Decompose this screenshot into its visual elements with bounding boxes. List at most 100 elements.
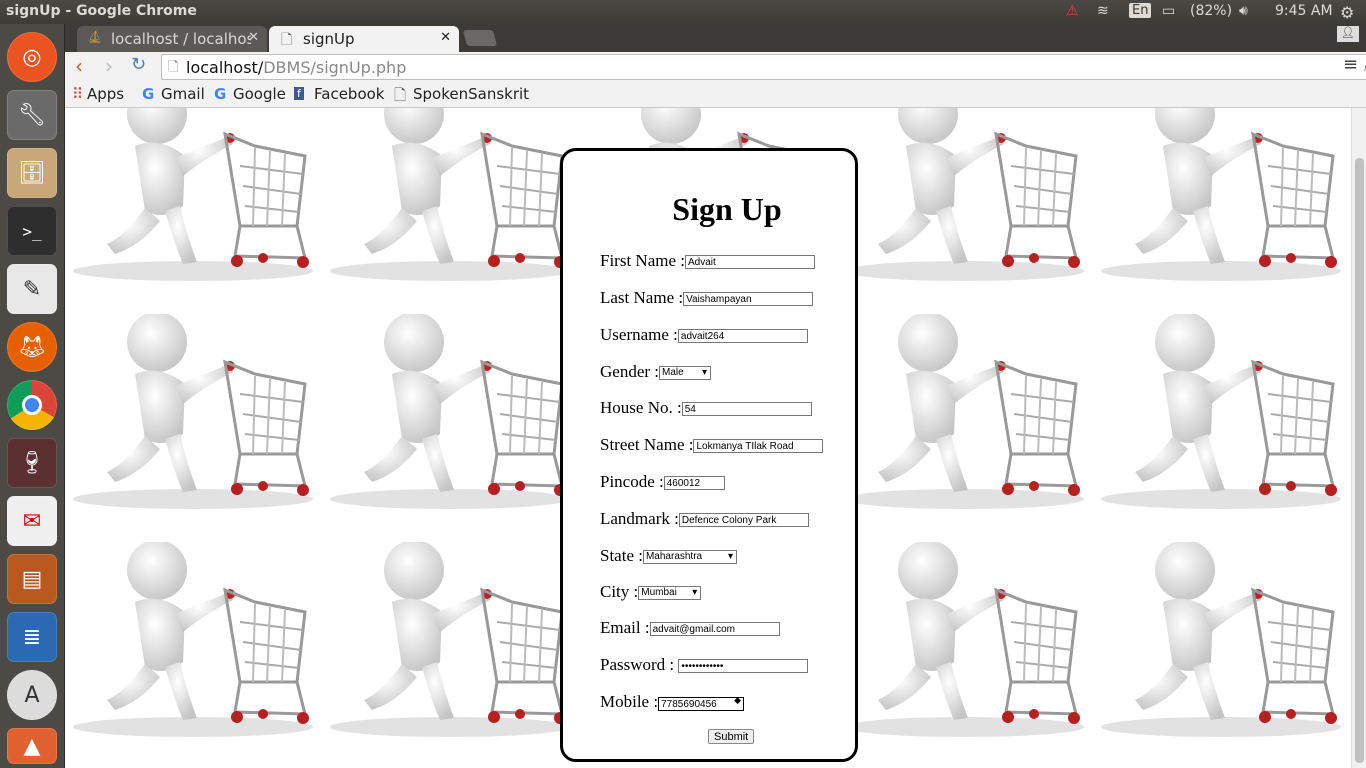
first-name-row: First Name : (600, 251, 815, 271)
bookmark-facebook[interactable]: Facebook (314, 85, 384, 103)
software-center-icon[interactable]: A (7, 670, 57, 720)
chrome-icon[interactable] (7, 380, 57, 430)
state-label: State : (600, 546, 643, 565)
page-icon: 🗋︎ (394, 86, 407, 104)
battery-percent: (82%) (1190, 3, 1233, 19)
dash-home-icon[interactable]: ◎ (7, 32, 57, 82)
last-name-input[interactable] (683, 292, 814, 307)
shopping-cart-figure-image (65, 542, 322, 768)
back-icon[interactable]: ‹ (75, 54, 83, 78)
browser-toolbar: ‹ › ↻ 🗋︎ localhost/DBMS/signUp.php ⌕ ☆ ≡ (65, 52, 1366, 82)
apps-icon: ⠿ (72, 85, 83, 103)
email-label: Email : (600, 618, 650, 637)
shopping-cart-figure-image (1093, 108, 1350, 314)
shopping-cart-figure-image (322, 108, 579, 314)
page-icon: 🗋︎ (281, 32, 293, 48)
system-settings-icon[interactable]: 🔧︎ (7, 90, 57, 140)
tab-strip: ⛵︎ localhost / localhost ✕ 🗋︎ signUp ✕ 👤… (65, 24, 1366, 52)
bookmark-google[interactable]: Google (233, 85, 286, 103)
text-editor-icon[interactable]: ✎ (7, 264, 57, 314)
mobile-row: Mobile : ◆ (600, 692, 745, 713)
street-label: Street Name : (600, 435, 694, 454)
document-viewer-icon[interactable]: ✉ (7, 496, 57, 546)
mobile-input[interactable] (658, 697, 745, 712)
bookmark-spokensanskrit[interactable]: SpokenSanskrit (413, 85, 529, 103)
shopping-cart-figure-image (65, 108, 322, 314)
tab-label: signUp (303, 30, 355, 48)
page-title: Sign Up (672, 191, 782, 227)
spinner-icon[interactable]: ◆ (734, 693, 741, 707)
close-tab-icon[interactable]: ✕ (248, 30, 259, 45)
password-row: Password : (600, 655, 809, 675)
terminal-icon[interactable]: >_ (7, 206, 57, 256)
wifi-icon[interactable]: ≋ (1097, 3, 1109, 19)
profile-icon[interactable]: 👤︎ (1337, 26, 1359, 42)
page-viewport: Sign Up First Name : Last Name : Usernam… (65, 108, 1351, 768)
mobile-label: Mobile : (600, 692, 659, 711)
presentation-icon[interactable]: ▤ (7, 554, 57, 604)
email-input[interactable] (649, 622, 780, 637)
window-title: signUp - Google Chrome (6, 3, 197, 19)
pincode-input[interactable] (663, 476, 725, 491)
writer-icon[interactable]: ≣ (7, 612, 57, 662)
city-label: City : (600, 582, 639, 601)
house-no-input[interactable] (681, 402, 812, 417)
shopping-cart-figure-image (1093, 542, 1350, 768)
pincode-row: Pincode : (600, 472, 725, 492)
page-info-icon[interactable]: 🗋︎ (168, 58, 178, 80)
firefox-icon[interactable]: 🦊︎ (7, 322, 57, 372)
bookmark-gmail[interactable]: Gmail (161, 85, 205, 103)
google-icon: G (214, 85, 227, 103)
facebook-icon: f (294, 87, 304, 100)
shopping-cart-figure-image (836, 108, 1093, 314)
username-input[interactable] (677, 329, 808, 344)
shopping-cart-figure-image (65, 314, 322, 542)
system-top-bar: signUp - Google Chrome ⚠ ≋ En ▭ (82%) 🔊︎… (0, 0, 1366, 24)
menu-icon[interactable]: ≡ (1343, 54, 1358, 75)
updater-icon[interactable]: ▲ (7, 728, 57, 764)
launcher: ◎ 🔧︎ 🗄︎ >_ ✎ 🦊︎ 🍷︎ ✉ ▤ ≣ A ▲ (0, 24, 65, 768)
reload-icon[interactable]: ↻ (131, 54, 146, 75)
submit-button[interactable]: Submit (708, 729, 755, 744)
settings-gear-icon[interactable]: ⚙ (1340, 3, 1354, 22)
scrollbar-thumb[interactable] (1355, 158, 1364, 763)
shopping-cart-figure-image (1093, 314, 1350, 542)
house-no-label: House No. : (600, 398, 682, 417)
last-name-row: Last Name : (600, 288, 814, 308)
shopping-cart-figure-image (836, 542, 1093, 768)
first-name-input[interactable] (685, 255, 815, 270)
house-no-row: House No. : (600, 398, 812, 418)
clock[interactable]: 9:45 AM (1275, 3, 1333, 19)
bookmark-apps[interactable]: Apps (87, 85, 124, 103)
street-row: Street Name : (600, 435, 824, 455)
password-label: Password : (600, 655, 675, 674)
landmark-input[interactable] (678, 513, 809, 528)
warning-icon[interactable]: ⚠ (1066, 3, 1079, 19)
page-scrollbar[interactable] (1351, 108, 1366, 768)
battery-icon[interactable]: ▭ (1162, 3, 1175, 19)
volume-icon[interactable]: 🔊︎ (1239, 3, 1248, 19)
gender-label: Gender : (600, 362, 660, 381)
tab-localhost[interactable]: ⛵︎ localhost / localhost ✕ (77, 26, 267, 52)
password-input[interactable] (678, 659, 809, 674)
last-name-label: Last Name : (600, 288, 684, 307)
url-path: DBMS/signUp.php (263, 58, 407, 77)
google-icon: G (142, 85, 155, 103)
email-row: Email : (600, 618, 780, 638)
new-tab-button[interactable] (462, 30, 498, 46)
first-name-label: First Name : (600, 251, 685, 270)
state-select[interactable]: Maharashtra (642, 550, 737, 565)
address-bar[interactable]: 🗋︎ localhost/DBMS/signUp.php ⌕ ☆ (161, 54, 1366, 80)
gender-row: Gender : Male (600, 362, 712, 382)
tab-signup[interactable]: 🗋︎ signUp ✕ (269, 26, 459, 52)
landmark-label: Landmark : (600, 509, 679, 528)
city-select[interactable]: Mumbai (638, 586, 702, 601)
keyboard-layout-indicator[interactable]: En (1129, 3, 1152, 18)
bookmarks-bar: ⠿ Apps G Gmail G Google f Facebook 🗋︎ Sp… (65, 82, 1366, 108)
close-tab-icon[interactable]: ✕ (440, 30, 451, 45)
gender-select[interactable]: Male (659, 366, 712, 381)
street-input[interactable] (693, 439, 824, 454)
forward-icon[interactable]: › (105, 54, 113, 78)
wine-icon[interactable]: 🍷︎ (7, 438, 57, 488)
file-manager-icon[interactable]: 🗄︎ (7, 148, 57, 198)
